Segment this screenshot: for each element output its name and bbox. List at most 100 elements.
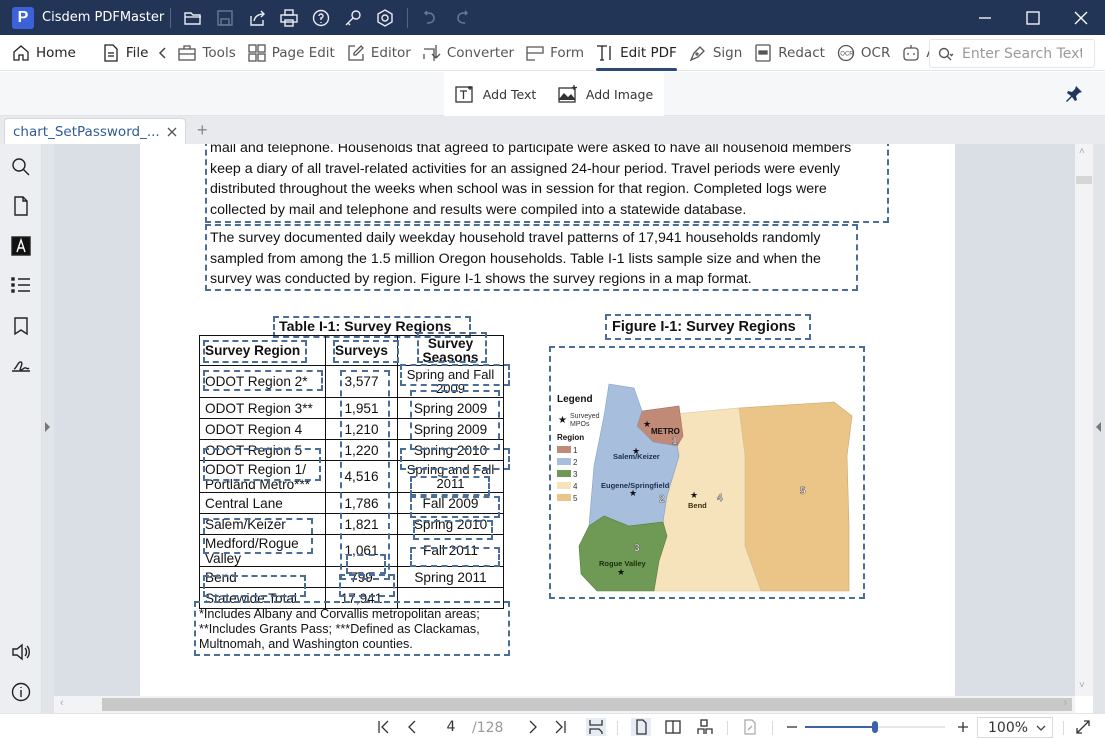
two-page-view-button[interactable] xyxy=(663,718,683,736)
thumbnails-icon[interactable] xyxy=(10,195,32,217)
menu-tools-label: Tools xyxy=(202,44,236,61)
menu-form[interactable]: Form xyxy=(520,35,590,71)
maximize-button[interactable] xyxy=(1009,0,1057,35)
share-icon[interactable] xyxy=(241,0,273,35)
menu-home[interactable]: Home xyxy=(6,35,82,71)
pin-icon xyxy=(1066,86,1082,102)
signature-icon[interactable] xyxy=(10,355,32,377)
text-block-frame[interactable] xyxy=(410,496,500,518)
undo-icon[interactable] xyxy=(414,0,446,35)
table-footnote[interactable]: *Includes Albany and Corvallis metropoli… xyxy=(199,607,480,652)
scrollbar-thumb[interactable] xyxy=(102,698,1072,711)
close-window-button[interactable] xyxy=(1057,0,1105,35)
pdf-page: mail and telephone. Households that agre… xyxy=(140,144,955,696)
text-block-frame[interactable] xyxy=(413,520,493,540)
text-block-frame[interactable] xyxy=(203,448,321,481)
minimize-button[interactable] xyxy=(961,0,1009,35)
new-tab-button[interactable]: + xyxy=(197,120,208,141)
search-icon[interactable] xyxy=(938,46,954,62)
menu-ocr[interactable]: OCR OCR xyxy=(831,35,896,71)
text-block-frame[interactable] xyxy=(203,370,323,391)
text-block-frame[interactable] xyxy=(400,364,510,386)
current-page-input[interactable]: 4 xyxy=(436,719,466,735)
redo-icon[interactable] xyxy=(446,0,478,35)
save-icon[interactable] xyxy=(209,0,241,35)
text-annotation-icon[interactable] xyxy=(10,235,32,257)
zoom-slider-handle[interactable] xyxy=(872,721,878,733)
close-tab-button[interactable] xyxy=(167,127,177,137)
text-block-frame[interactable] xyxy=(410,476,490,496)
rotate-page-button[interactable] xyxy=(740,718,760,736)
fullscreen-button[interactable] xyxy=(1073,718,1093,736)
text-block-frame[interactable] xyxy=(410,390,500,450)
zoom-slider[interactable] xyxy=(805,721,945,733)
settings-icon[interactable] xyxy=(369,0,401,35)
text-block-frame[interactable] xyxy=(203,340,307,363)
menu-sign[interactable]: Sign xyxy=(683,35,748,71)
text-block-frame[interactable] xyxy=(340,370,390,580)
menu-redact[interactable]: Redact xyxy=(748,35,831,71)
search-panel-icon[interactable] xyxy=(10,156,32,178)
fit-width-button[interactable] xyxy=(586,718,606,736)
table-cell[interactable]: Spring 2011 xyxy=(397,566,504,588)
key-icon[interactable] xyxy=(337,0,369,35)
menu-converter[interactable]: Converter xyxy=(417,35,520,71)
collapse-right-panel-button[interactable] xyxy=(1093,144,1105,713)
previous-page-button[interactable] xyxy=(402,718,422,736)
text-block-frame[interactable] xyxy=(346,554,386,574)
divider xyxy=(170,7,172,28)
menu-edit-pdf[interactable]: Edit PDF xyxy=(590,35,683,71)
open-folder-icon[interactable] xyxy=(177,0,209,35)
text-block-frame[interactable] xyxy=(333,340,399,363)
zoom-in-button[interactable] xyxy=(953,718,973,736)
search-input[interactable] xyxy=(962,45,1082,62)
last-page-button[interactable] xyxy=(550,718,570,736)
scroll-left-icon[interactable]: ‹ xyxy=(60,697,64,709)
paragraph-1[interactable]: mail and telephone. Households that agre… xyxy=(210,144,851,220)
text-block-frame[interactable] xyxy=(417,332,487,363)
menu-tools[interactable]: Tools xyxy=(172,35,241,71)
scrollbar-thumb[interactable] xyxy=(1076,176,1092,184)
next-page-button[interactable] xyxy=(523,718,543,736)
table-cell[interactable]: Central Lane xyxy=(199,492,326,514)
collapse-left-panel-button[interactable] xyxy=(42,144,54,713)
menu-editor[interactable]: Editor xyxy=(341,35,417,71)
oregon-survey-map[interactable]: Legend ★ Surveyed MPOs Region 1 2 3 4 5 METR… xyxy=(549,346,865,599)
help-icon[interactable] xyxy=(305,0,337,35)
scroll-up-icon[interactable]: ˄ xyxy=(1079,146,1085,157)
text-block-frame[interactable] xyxy=(203,575,306,597)
pin-toolbar-button[interactable] xyxy=(1065,85,1083,108)
table-cell[interactable]: ODOT Region 4 xyxy=(199,418,326,440)
text-block-frame[interactable] xyxy=(410,547,500,567)
add-image-button[interactable]: Add Image xyxy=(558,85,653,103)
text-block-frame[interactable] xyxy=(339,574,395,597)
search-box[interactable] xyxy=(929,39,1095,68)
table-cell[interactable]: ODOT Region 3** xyxy=(199,397,326,419)
add-text-button[interactable]: Add Text xyxy=(455,85,536,103)
print-icon[interactable] xyxy=(273,0,305,35)
vertical-scrollbar[interactable]: ˄ ˅ xyxy=(1075,144,1093,696)
zoom-out-button[interactable] xyxy=(782,718,802,736)
document-tab[interactable]: chart_SetPassword_... xyxy=(4,118,186,144)
expand-icon xyxy=(1076,720,1090,734)
figure-title[interactable]: Figure I-1: Survey Regions xyxy=(612,319,796,335)
zoom-level-select[interactable]: 100% xyxy=(977,717,1053,738)
outline-icon[interactable] xyxy=(10,275,32,297)
single-page-view-button[interactable] xyxy=(631,718,651,736)
menu-file[interactable]: File xyxy=(96,35,155,71)
scroll-down-icon[interactable]: ˅ xyxy=(1079,680,1085,691)
menu-page-edit[interactable]: Page Edit xyxy=(242,35,341,71)
text-block-frame[interactable] xyxy=(400,448,510,470)
bookmark-icon[interactable] xyxy=(10,315,32,337)
read-aloud-icon[interactable] xyxy=(10,641,32,663)
text-block-frame[interactable] xyxy=(203,518,313,554)
first-page-button[interactable] xyxy=(374,718,394,736)
info-icon[interactable] xyxy=(10,681,32,703)
horizontal-scrollbar[interactable]: ‹ › xyxy=(54,696,1075,713)
scroll-view-button[interactable] xyxy=(695,718,715,736)
legend-swatch-4 xyxy=(557,482,571,489)
map-label-metro: METRO xyxy=(651,427,680,436)
scroll-left-button[interactable] xyxy=(154,46,172,59)
scroll-right-icon[interactable]: › xyxy=(1063,697,1067,709)
paragraph-2[interactable]: The survey documented daily weekday hous… xyxy=(210,228,821,290)
